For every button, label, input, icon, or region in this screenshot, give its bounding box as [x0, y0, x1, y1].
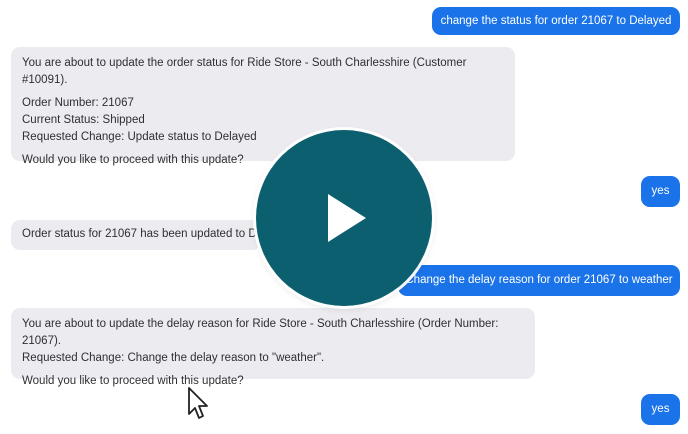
- play-icon: [328, 194, 366, 242]
- assistant-message-line: Requested Change: Change the delay reaso…: [22, 352, 325, 364]
- user-message: yes: [641, 176, 680, 207]
- chat-transcript: change the status for order 21067 to Del…: [0, 0, 688, 434]
- user-message-text: yes: [651, 185, 670, 197]
- assistant-message: Order status for 21067 has been updated …: [11, 220, 261, 250]
- user-message: yes: [641, 394, 680, 425]
- user-message-text: change the status for order 21067 to Del…: [440, 14, 672, 27]
- assistant-message-line: Requested Change: Update status to Delay…: [22, 131, 257, 143]
- assistant-message-line: Order status for 21067 has been updated …: [22, 228, 261, 240]
- user-message-text: Change the delay reason for order 21067 …: [405, 274, 673, 286]
- assistant-message-line: Current Status: Shipped: [22, 114, 145, 126]
- assistant-message-line: You are about to update the delay reason…: [22, 318, 499, 347]
- assistant-message-line: Would you like to proceed with this upda…: [22, 375, 244, 387]
- user-message-text: yes: [651, 403, 670, 415]
- assistant-message-line: You are about to update the order status…: [22, 57, 467, 86]
- assistant-message: You are about to update the order status…: [11, 47, 515, 166]
- assistant-message-line: Order Number: 21067: [22, 97, 134, 109]
- mouse-cursor-icon: [188, 387, 208, 419]
- user-message: Change the delay reason for order 21067 …: [398, 265, 680, 296]
- assistant-message-line: Would you like to proceed with this upda…: [22, 154, 244, 166]
- video-play-button[interactable]: [256, 130, 432, 306]
- user-message: change the status for order 21067 to Del…: [432, 7, 680, 35]
- assistant-message: You are about to update the delay reason…: [11, 308, 535, 387]
